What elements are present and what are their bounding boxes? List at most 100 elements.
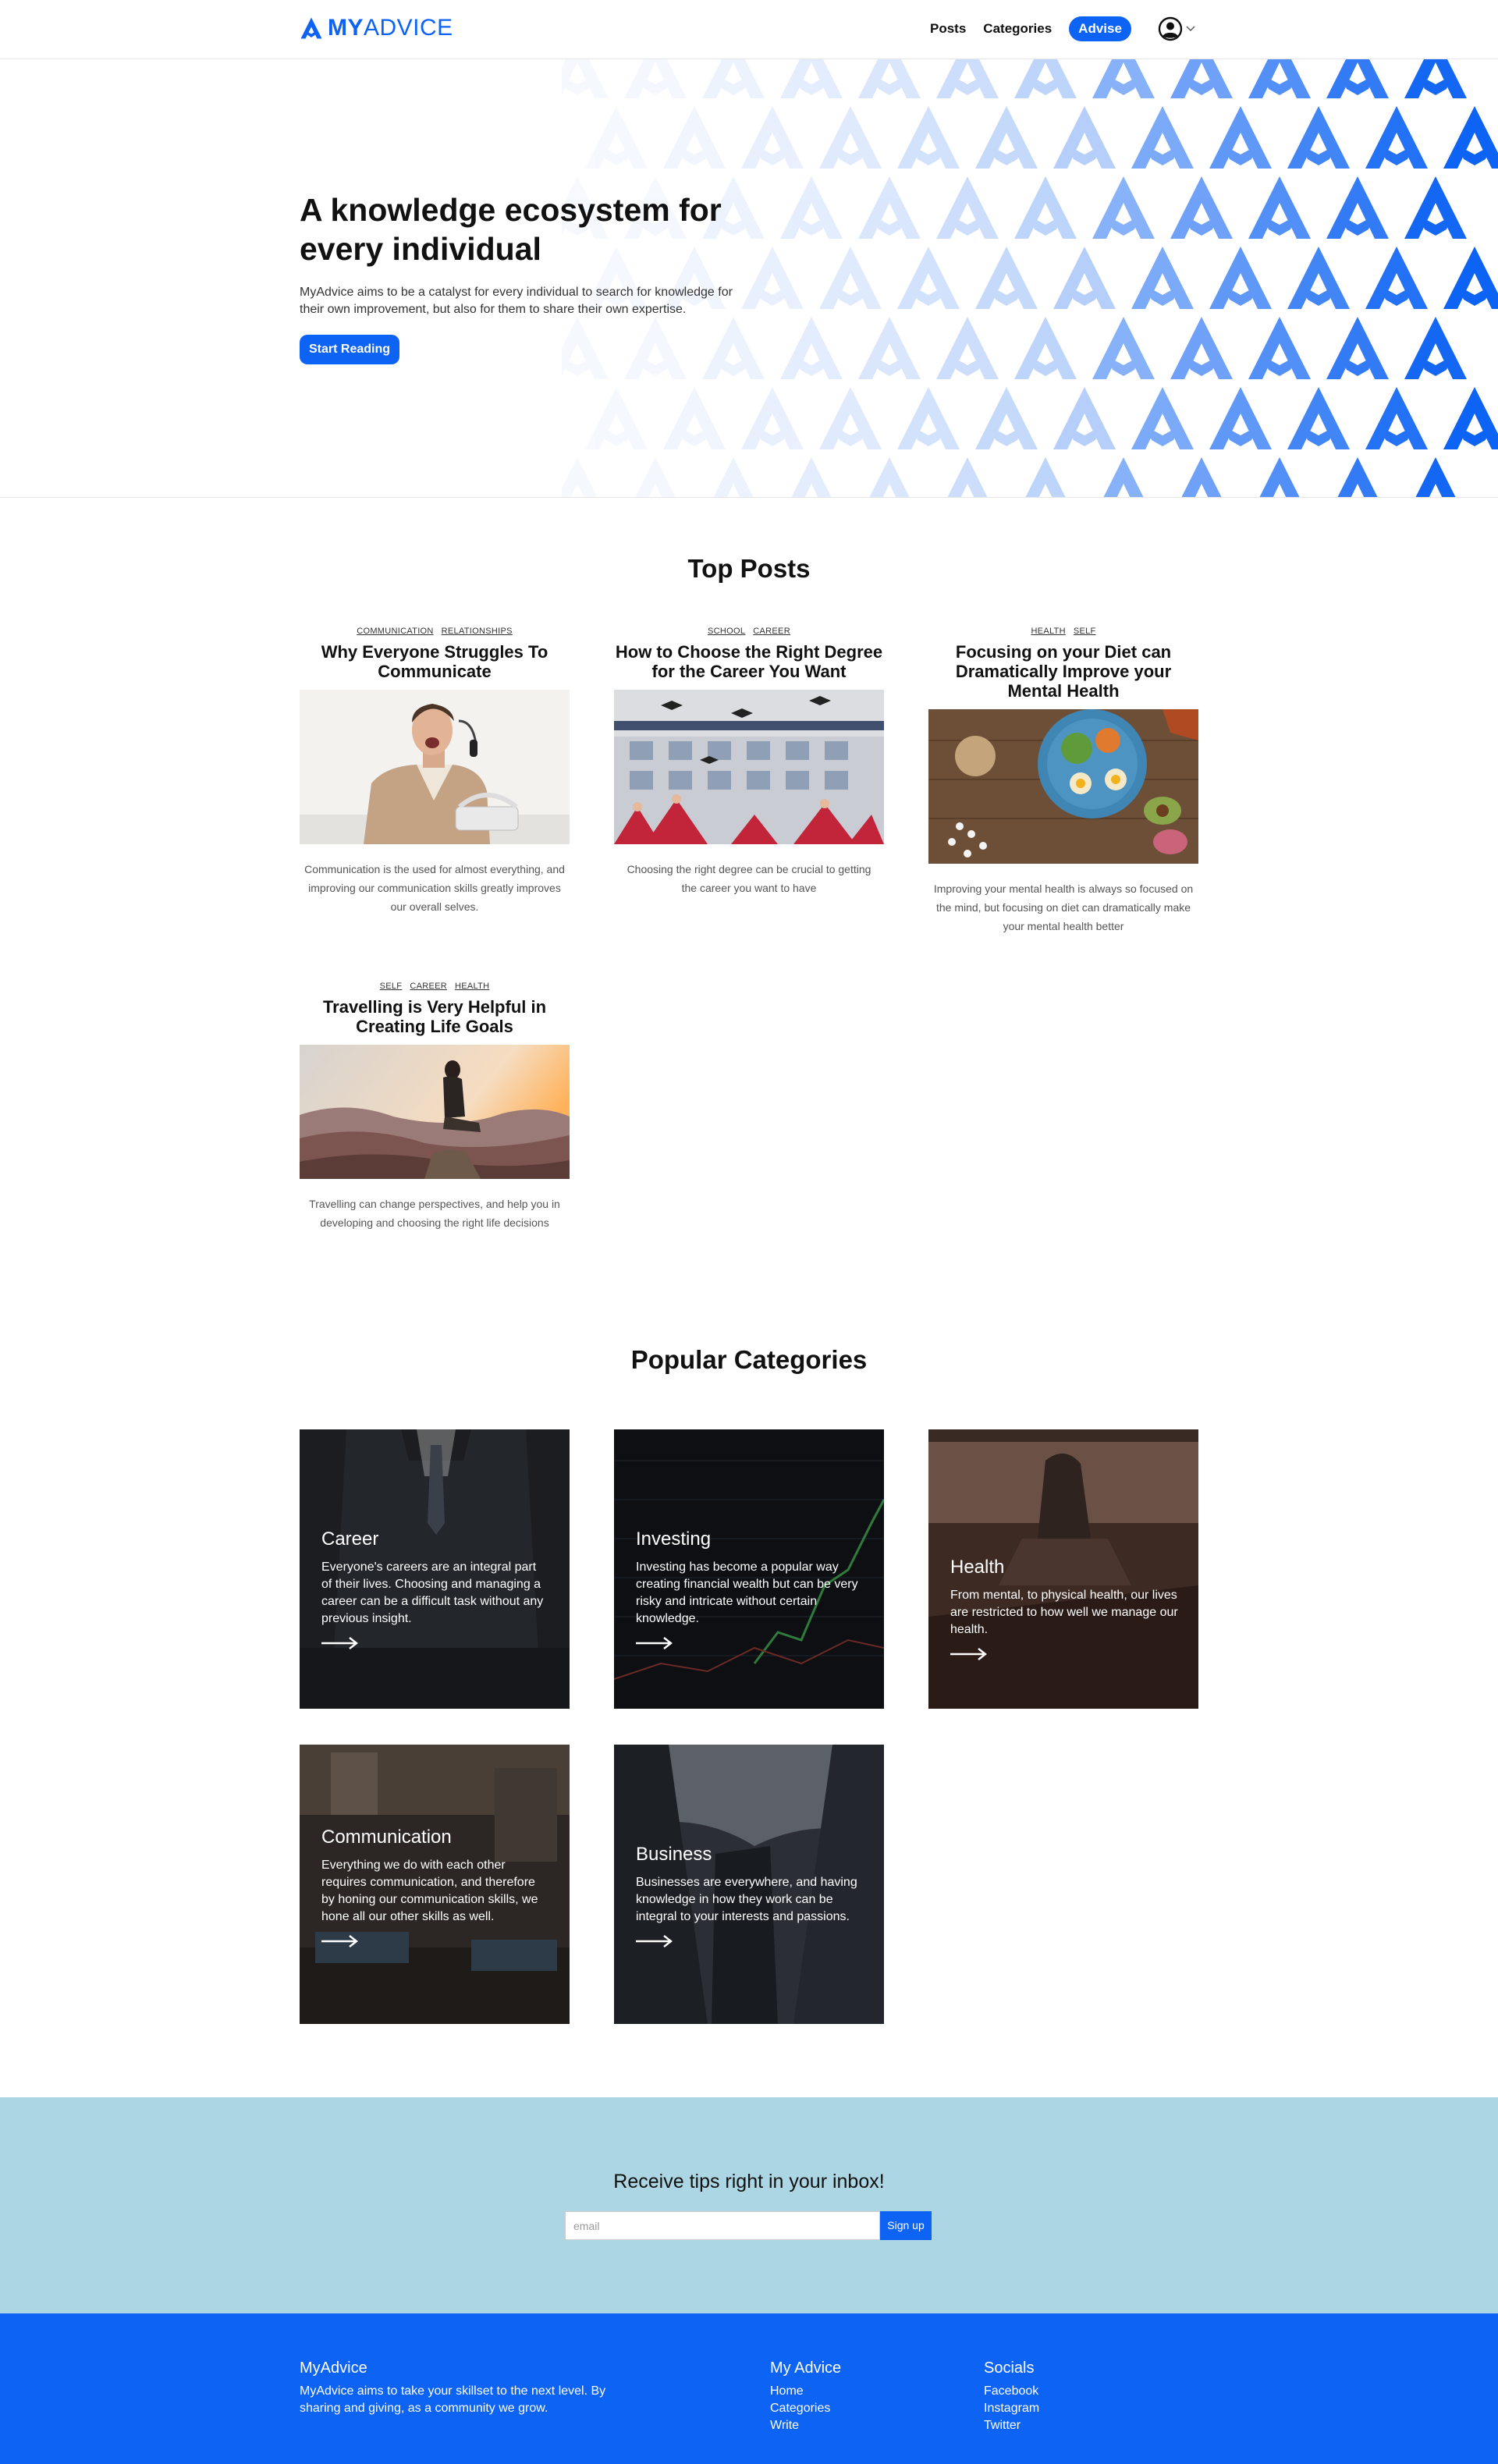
post-image-communication[interactable] — [300, 690, 570, 844]
pattern-logo-mark — [741, 106, 804, 169]
pattern-logo-mark — [1092, 176, 1155, 239]
footer-link-write[interactable]: Write — [770, 2417, 841, 2434]
user-circle-icon — [1158, 16, 1183, 41]
pattern-logo-mark — [702, 317, 765, 379]
pattern-logo-mark — [947, 457, 988, 497]
pattern-logo-mark — [1404, 176, 1467, 239]
post-tag[interactable]: CAREER — [753, 627, 790, 636]
arrow-right-icon[interactable] — [950, 1646, 988, 1662]
post-image-diet[interactable] — [928, 709, 1198, 864]
arrow-right-icon[interactable] — [636, 1635, 673, 1651]
newsletter-title: Receive tips right in your inbox! — [613, 2171, 885, 2192]
post-tag[interactable]: SELF — [380, 982, 403, 991]
post-title[interactable]: Why Everyone Struggles To Communicate — [300, 642, 570, 681]
nav-posts-link[interactable]: Posts — [930, 21, 966, 37]
category-card-business[interactable]: Business Businesses are everywhere, and … — [614, 1745, 884, 2024]
pattern-logo-mark — [1443, 106, 1498, 169]
nav-categories-link[interactable]: Categories — [983, 21, 1052, 37]
signup-button[interactable]: Sign up — [880, 2211, 932, 2240]
pattern-logo-mark — [819, 387, 882, 449]
popular-categories-heading: Popular Categories — [630, 1345, 868, 1374]
category-card-communication[interactable]: Communication Everything we do with each… — [300, 1745, 570, 2024]
post-title[interactable]: Travelling is Very Helpful in Creating L… — [300, 997, 570, 1036]
footer-socials-heading: Socials — [984, 2359, 1035, 2377]
pattern-logo-mark — [663, 106, 726, 169]
post-tags: COMMUNICATION RELATIONSHIPS — [300, 627, 570, 636]
footer-brand-heading: MyAdvice — [300, 2359, 367, 2377]
logo-text: MYADVICE — [328, 15, 453, 41]
start-reading-button[interactable]: Start Reading — [300, 335, 400, 364]
post-title[interactable]: How to Choose the Right Degree for the C… — [614, 642, 884, 681]
footer-socials: Socials Facebook Instagram Twitter — [984, 2358, 1039, 2434]
pattern-logo-mark — [1181, 457, 1222, 497]
post-tag[interactable]: SCHOOL — [708, 627, 745, 636]
pattern-logo-mark — [1170, 59, 1233, 98]
post-tag[interactable]: CAREER — [410, 982, 447, 991]
pattern-logo-mark — [858, 59, 921, 98]
category-content: Investing Investing has become a popular… — [636, 1528, 864, 1655]
hero-subtitle: MyAdvice aims to be a catalyst for every… — [300, 286, 733, 316]
pattern-logo-mark — [1248, 317, 1311, 379]
pattern-logo-mark — [858, 317, 921, 379]
category-description: Businesses are everywhere, and having kn… — [636, 1876, 857, 1923]
pattern-logo-mark — [897, 106, 960, 169]
category-card-health[interactable]: Health From mental, to physical health, … — [928, 1429, 1198, 1709]
pattern-logo-mark — [975, 387, 1038, 449]
post-image-travel[interactable] — [300, 1045, 570, 1179]
post-tag[interactable]: HEALTH — [455, 982, 489, 991]
pattern-logo-mark — [1053, 387, 1116, 449]
pattern-logo-mark — [562, 457, 598, 497]
post-image-graduation[interactable] — [614, 690, 884, 844]
post-description: Improving your mental health is always s… — [933, 882, 1194, 932]
category-content: Communication Everything we do with each… — [321, 1826, 549, 1953]
footer-my-advice-heading: My Advice — [770, 2359, 842, 2377]
post-card: SCHOOL CAREER How to Choose the Right De… — [614, 627, 884, 897]
email-input[interactable] — [565, 2211, 880, 2240]
footer-link-home[interactable]: Home — [770, 2383, 841, 2400]
pattern-logo-mark — [819, 247, 882, 309]
user-menu[interactable] — [1158, 16, 1195, 41]
pattern-logo-mark — [1209, 106, 1272, 169]
arrow-right-icon[interactable] — [636, 1933, 673, 1949]
pattern-logo-mark — [897, 247, 960, 309]
category-description: Everything we do with each other require… — [321, 1859, 538, 1923]
logo-mark-icon — [300, 17, 322, 39]
footer-my-advice: My Advice Home Categories Write — [770, 2358, 841, 2434]
pattern-logo-mark — [562, 317, 609, 379]
pattern-logo-mark — [713, 457, 754, 497]
footer-link-instagram[interactable]: Instagram — [984, 2400, 1039, 2417]
pattern-logo-mark — [1131, 247, 1194, 309]
category-title: Business — [636, 1844, 712, 1865]
post-tag[interactable]: COMMUNICATION — [357, 627, 433, 636]
arrow-right-icon[interactable] — [321, 1635, 359, 1651]
post-tag[interactable]: RELATIONSHIPS — [442, 627, 513, 636]
hero-title: A knowledge ecosystem for every individu… — [300, 192, 722, 267]
top-navbar: MYADVICE Posts Categories Advise — [0, 0, 1498, 59]
advise-button[interactable]: Advise — [1069, 16, 1131, 41]
pattern-logo-mark — [936, 176, 999, 239]
category-title: Communication — [321, 1827, 452, 1848]
arrow-right-icon[interactable] — [321, 1933, 359, 1949]
pattern-logo-mark — [1053, 106, 1116, 169]
pattern-logo-mark — [1326, 317, 1389, 379]
pattern-logo-mark — [1287, 106, 1350, 169]
category-description: From mental, to physical health, our liv… — [950, 1589, 1178, 1636]
footer-link-twitter[interactable]: Twitter — [984, 2417, 1039, 2434]
pattern-logo-mark — [1259, 457, 1300, 497]
post-tags: SELF CAREER HEALTH — [300, 982, 570, 991]
pattern-logo-mark — [936, 59, 999, 98]
post-tag[interactable]: HEALTH — [1031, 627, 1065, 636]
logo[interactable]: MYADVICE — [300, 14, 453, 42]
category-content: Career Everyone's careers are an integra… — [321, 1528, 549, 1655]
category-card-investing[interactable]: Investing Investing has become a popular… — [614, 1429, 884, 1709]
pattern-logo-mark — [1287, 247, 1350, 309]
footer-link-facebook[interactable]: Facebook — [984, 2383, 1039, 2400]
pattern-logo-mark — [1365, 387, 1428, 449]
post-title[interactable]: Focusing on your Diet can Dramatically I… — [928, 642, 1198, 701]
pattern-logo-mark — [1170, 317, 1233, 379]
category-card-career[interactable]: Career Everyone's careers are an integra… — [300, 1429, 570, 1709]
nav-links: Posts Categories Advise — [930, 16, 1195, 42]
footer-link-categories[interactable]: Categories — [770, 2400, 841, 2417]
pattern-logo-mark — [897, 387, 960, 449]
post-tag[interactable]: SELF — [1074, 627, 1096, 636]
